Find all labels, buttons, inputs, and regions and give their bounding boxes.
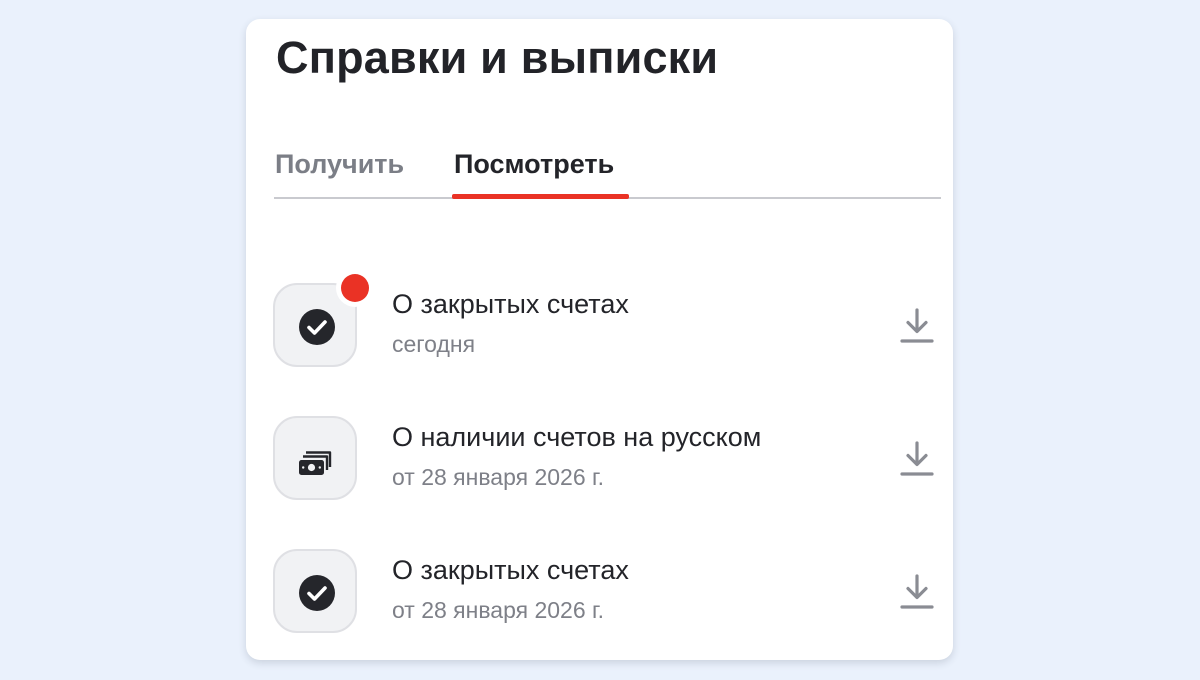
download-icon bbox=[900, 441, 934, 476]
page-title: Справки и выписки bbox=[276, 32, 719, 83]
document-date: от 28 января 2026 г. bbox=[392, 597, 604, 623]
banknotes-icon bbox=[299, 451, 332, 475]
document-title: О закрытых счетах bbox=[392, 555, 629, 585]
active-tab-indicator bbox=[452, 194, 629, 199]
document-date: сегодня bbox=[392, 331, 476, 357]
tab-get[interactable]: Получить bbox=[275, 148, 404, 180]
document-row[interactable]: О наличии счетов на русском от 28 января… bbox=[246, 416, 953, 510]
document-text: О закрытых счетах от 28 января 2026 г. bbox=[392, 553, 862, 625]
document-row[interactable]: О закрытых счетах сегодня bbox=[246, 269, 953, 377]
check-circle-icon bbox=[299, 309, 335, 345]
document-text: О наличии счетов на русском от 28 января… bbox=[392, 420, 862, 492]
download-button[interactable] bbox=[897, 307, 937, 347]
download-icon bbox=[900, 574, 934, 609]
document-icon-wrap bbox=[273, 549, 361, 637]
document-text: О закрытых счетах сегодня bbox=[392, 287, 862, 359]
document-row[interactable]: О закрытых счетах от 28 января 2026 г. bbox=[246, 549, 953, 643]
tab-bar: Получить Посмотреть bbox=[274, 145, 941, 199]
download-button[interactable] bbox=[897, 573, 937, 613]
unread-dot bbox=[341, 274, 369, 302]
check-circle-icon bbox=[299, 575, 335, 611]
document-title: О наличии счетов на русском bbox=[392, 422, 762, 452]
download-icon bbox=[900, 308, 934, 343]
document-icon-tile bbox=[273, 416, 357, 500]
statements-card: Справки и выписки Получить Посмотреть О … bbox=[246, 19, 953, 660]
tab-view[interactable]: Посмотреть bbox=[454, 148, 614, 180]
document-date: от 28 января 2026 г. bbox=[392, 464, 604, 490]
document-title: О закрытых счетах bbox=[392, 289, 629, 319]
document-icon-tile bbox=[273, 549, 357, 633]
unread-badge bbox=[336, 269, 374, 307]
document-icon-wrap bbox=[273, 416, 361, 504]
document-icon-wrap bbox=[273, 269, 374, 371]
download-button[interactable] bbox=[897, 440, 937, 480]
